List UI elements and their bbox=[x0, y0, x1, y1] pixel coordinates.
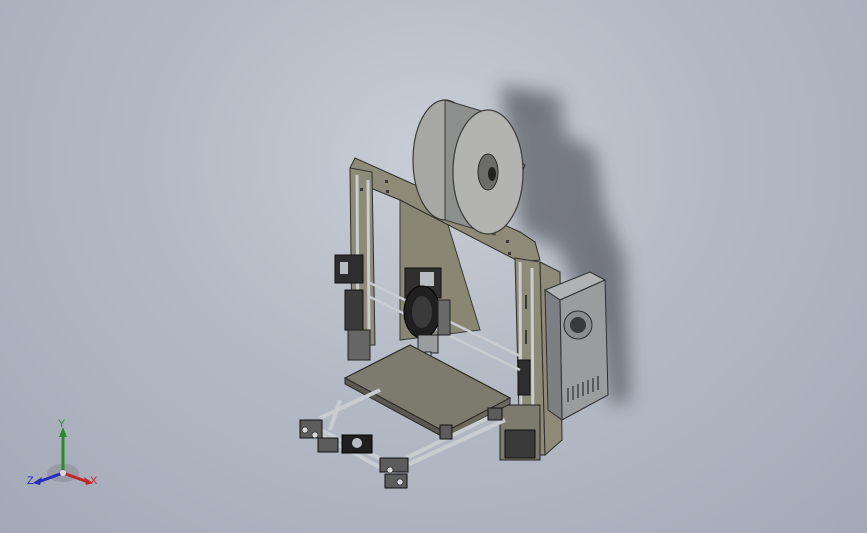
3d-printer-model[interactable] bbox=[0, 0, 867, 533]
power-supply bbox=[543, 271, 609, 421]
graphics-viewport[interactable]: Y X Z bbox=[0, 0, 867, 533]
y-axis-motor bbox=[341, 434, 373, 454]
triad-x-label: X bbox=[90, 475, 98, 487]
triad-z-label: Z bbox=[27, 475, 34, 487]
orientation-triad[interactable]: Y X Z bbox=[20, 415, 110, 495]
triad-y-label: Y bbox=[58, 418, 66, 430]
